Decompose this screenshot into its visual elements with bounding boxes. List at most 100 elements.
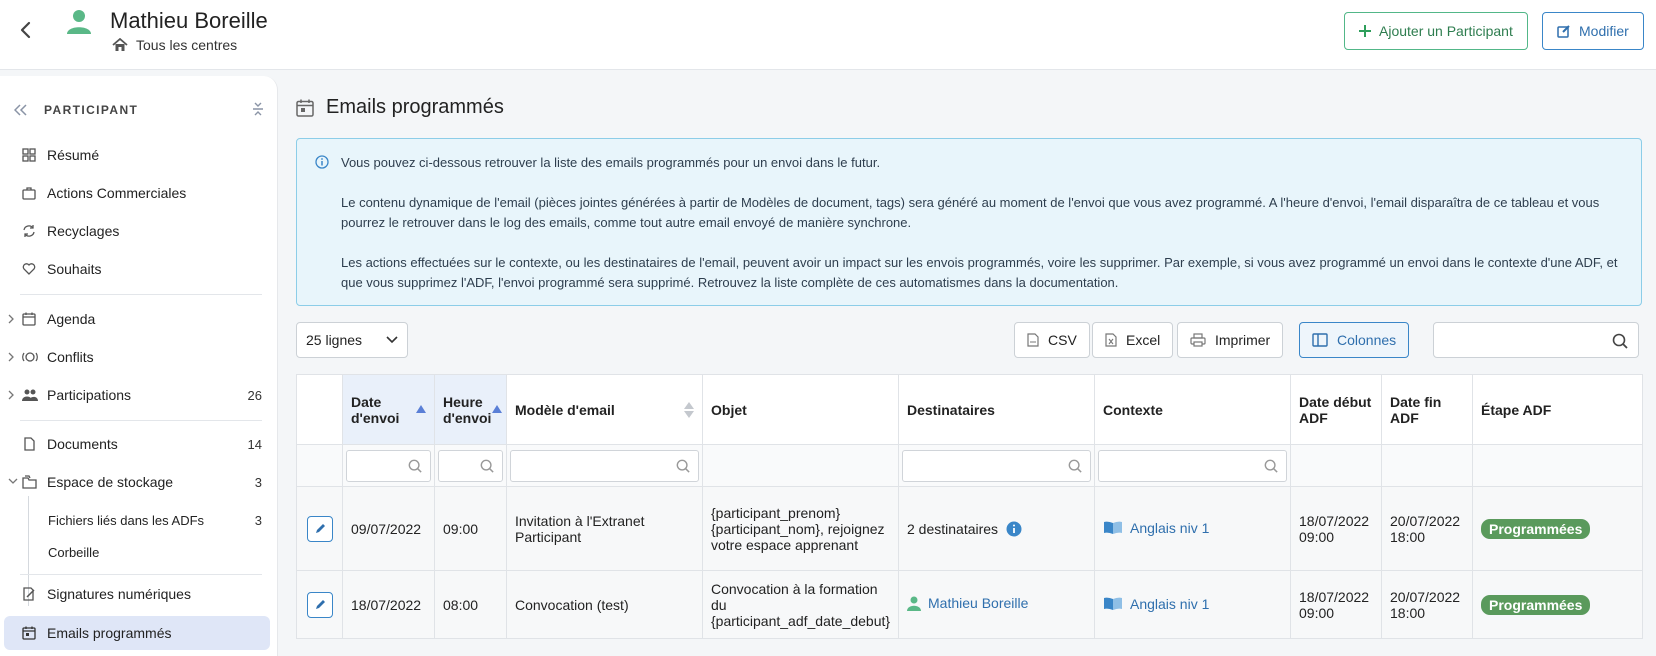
conflict-icon xyxy=(22,350,38,364)
filter-cell-empty xyxy=(702,444,899,487)
sidebar-item-actions-commerciales[interactable]: Actions Commerciales xyxy=(0,176,278,210)
destinataires-filter-input[interactable] xyxy=(902,449,1091,482)
search-icon xyxy=(1068,459,1082,473)
sidebar-item-label: Signatures numériques xyxy=(47,586,191,602)
chevron-down-icon[interactable] xyxy=(8,478,18,484)
date-envoi-filter-input[interactable] xyxy=(346,449,431,482)
sidebar-item-espace-stockage[interactable]: Espace de stockage 3 xyxy=(0,465,278,499)
heure-envoi-filter-input[interactable] xyxy=(438,449,503,482)
sidebar-item-label: Documents xyxy=(47,436,118,452)
sidebar-item-count: 26 xyxy=(247,387,262,403)
folders-icon xyxy=(22,475,37,489)
scheduled-emails-table: Date d'envoi Heure d'envoi Modèle d'emai… xyxy=(296,374,1643,639)
columns-label: Colonnes xyxy=(1337,332,1397,348)
sort-ascending-icon xyxy=(416,405,426,413)
book-icon xyxy=(1103,521,1123,535)
destinataires-cell: 2 destinataires xyxy=(898,486,1095,571)
chevron-right-icon[interactable] xyxy=(8,314,14,324)
info-filled-icon[interactable] xyxy=(1006,521,1022,537)
status-badge: Programmées xyxy=(1481,518,1591,539)
sidebar-item-label: Agenda xyxy=(47,311,96,327)
edit-icon xyxy=(1557,24,1571,38)
sidebar-item-emails-programmes[interactable]: Emails programmés xyxy=(4,616,270,650)
collapse-all-icon[interactable] xyxy=(252,102,264,116)
excel-export-button[interactable]: Excel xyxy=(1092,322,1174,358)
filter-cell xyxy=(434,444,507,487)
column-header-label: Objet xyxy=(711,401,747,418)
column-header-modele[interactable]: Modèle d'email xyxy=(506,374,703,445)
sidebar-item-label: Corbeille xyxy=(48,544,100,560)
document-icon xyxy=(22,437,36,451)
add-participant-button[interactable]: Ajouter un Participant xyxy=(1344,12,1528,50)
sidebar-item-signatures[interactable]: Signatures numériques xyxy=(0,577,278,611)
filter-cell xyxy=(898,444,1095,487)
book-icon xyxy=(1103,597,1123,611)
date-debut-cell: 18/07/2022 09:00 xyxy=(1290,486,1382,571)
table-row: 09/07/2022 09:00 Invitation à l'Extranet… xyxy=(296,486,1643,571)
grid-icon xyxy=(22,148,36,162)
table-header-row: Date d'envoi Heure d'envoi Modèle d'emai… xyxy=(296,374,1643,445)
table-filter-row xyxy=(296,444,1643,487)
csv-export-button[interactable]: CSV xyxy=(1014,322,1090,358)
sidebar-heading: PARTICIPANT xyxy=(44,103,139,117)
sidebar-divider xyxy=(20,294,262,295)
column-header-label: Destinataires xyxy=(907,401,995,418)
column-header-heure-envoi[interactable]: Heure d'envoi xyxy=(434,374,507,445)
chevron-right-icon[interactable] xyxy=(8,352,14,362)
column-header-contexte: Contexte xyxy=(1094,374,1291,445)
contexte-cell: Anglais niv 1 xyxy=(1094,570,1291,639)
calendar-icon xyxy=(22,626,36,640)
context-link-label: Anglais niv 1 xyxy=(1130,519,1210,536)
etape-cell: Programmées xyxy=(1472,570,1643,639)
objet-cell: Convocation à la formation du {participa… xyxy=(702,570,899,639)
recipient-link[interactable]: Mathieu Boreille xyxy=(907,595,1028,611)
sidebar-item-corbeille[interactable]: Corbeille xyxy=(0,535,278,569)
info-alert: Vous pouvez ci-dessous retrouver la list… xyxy=(296,138,1642,306)
context-link[interactable]: Anglais niv 1 xyxy=(1103,520,1209,536)
chevron-right-icon[interactable] xyxy=(8,390,14,400)
columns-button[interactable]: Colonnes xyxy=(1299,322,1410,358)
sidebar-item-conflits[interactable]: Conflits xyxy=(0,340,278,374)
excel-file-icon xyxy=(1105,333,1117,347)
rows-per-page-select[interactable]: 25 lignes xyxy=(296,322,408,358)
calendar-icon xyxy=(22,312,36,326)
column-header-actions xyxy=(296,374,343,445)
filter-cell-empty xyxy=(1381,444,1473,487)
global-search-input[interactable] xyxy=(1433,322,1639,358)
filter-cell xyxy=(506,444,703,487)
contexte-filter-input[interactable] xyxy=(1098,449,1287,482)
sidebar-item-label: Participations xyxy=(47,387,132,403)
print-label: Imprimer xyxy=(1215,332,1271,348)
sidebar-item-count: 14 xyxy=(247,436,262,452)
sidebar-item-label: Recyclages xyxy=(47,223,120,239)
edit-row-button[interactable] xyxy=(306,591,333,618)
signature-icon xyxy=(22,587,36,601)
edit-button[interactable]: Modifier xyxy=(1542,12,1644,50)
search-icon xyxy=(408,459,422,473)
sidebar-header: PARTICIPANT xyxy=(14,100,264,120)
filter-cell-empty xyxy=(1472,444,1643,487)
recipients-count: 2 destinataires xyxy=(907,521,1022,537)
column-header-date-envoi[interactable]: Date d'envoi xyxy=(342,374,435,445)
users-icon xyxy=(22,388,38,402)
sidebar-item-souhaits[interactable]: Souhaits xyxy=(0,252,278,286)
sidebar-item-documents[interactable]: Documents 14 xyxy=(0,427,278,461)
context-link[interactable]: Anglais niv 1 xyxy=(1103,596,1209,612)
date-envoi-cell: 18/07/2022 xyxy=(342,570,435,639)
sidebar-item-resume[interactable]: Résumé xyxy=(0,138,278,172)
filter-cell xyxy=(342,444,435,487)
column-header-date-debut: Date début ADF xyxy=(1290,374,1382,445)
edit-row-button[interactable] xyxy=(306,515,333,542)
back-chevron-icon[interactable] xyxy=(14,18,36,42)
column-header-date-fin: Date fin ADF xyxy=(1381,374,1473,445)
sidebar-item-recyclages[interactable]: Recyclages xyxy=(0,214,278,248)
print-button[interactable]: Imprimer xyxy=(1177,322,1284,358)
sidebar-item-participations[interactable]: Participations 26 xyxy=(0,378,278,412)
person-icon xyxy=(907,595,921,611)
sidebar-item-agenda[interactable]: Agenda xyxy=(0,302,278,336)
rows-per-page-value: 25 lignes xyxy=(306,332,363,348)
modele-filter-input[interactable] xyxy=(510,449,699,482)
collapse-sidebar-icon[interactable] xyxy=(14,104,28,116)
plus-icon xyxy=(1359,25,1371,37)
sidebar-item-fichiers-lies[interactable]: Fichiers liés dans les ADFs 3 xyxy=(0,503,278,537)
